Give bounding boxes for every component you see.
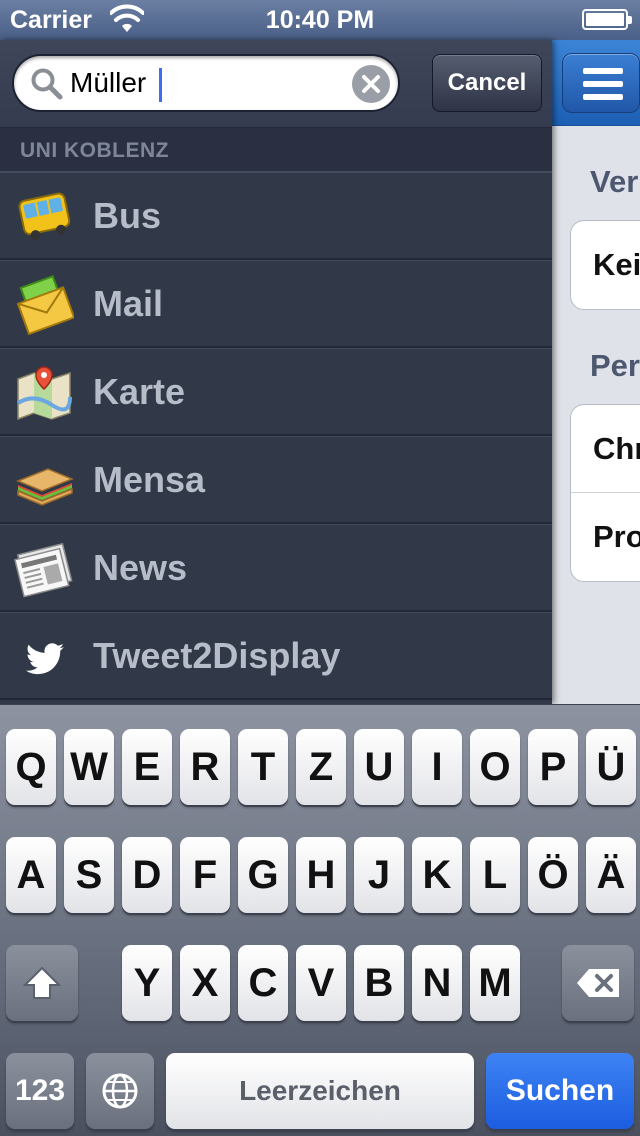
shift-arrow-icon [22, 966, 62, 999]
map-icon [16, 366, 72, 421]
battery-level [586, 13, 624, 26]
sidebar-item-label: Mail [93, 283, 164, 324]
search-bar: Cancel [0, 40, 552, 128]
table-group-2: Chr Pro [570, 404, 640, 582]
sidebar-item-label: Tweet2Display [93, 635, 341, 676]
section-header-2: Per [590, 348, 640, 383]
key-q[interactable]: Q [6, 729, 56, 805]
main-content-panel: Ver Kei Per Chr Pro [552, 40, 640, 704]
sidebar-item-news[interactable]: News [0, 524, 552, 612]
key-o-umlaut[interactable]: Ö [528, 837, 578, 913]
bus-icon [18, 192, 71, 241]
section-header-1: Ver [590, 164, 639, 199]
key-l[interactable]: L [470, 837, 520, 913]
numbers-key[interactable]: 123 [6, 1053, 74, 1129]
key-o[interactable]: O [470, 729, 520, 805]
key-p[interactable]: P [528, 729, 578, 805]
key-t[interactable]: T [238, 729, 288, 805]
section-title: UNI KOBLENZ [0, 128, 552, 172]
key-u[interactable]: U [354, 729, 404, 805]
sidebar-item-label: News [93, 547, 188, 588]
battery-icon [582, 9, 632, 30]
clear-search-button[interactable] [352, 65, 390, 103]
main-navbar [552, 40, 640, 126]
sidebar-item-mensa[interactable]: Mensa [0, 436, 552, 524]
clock: 10:40 PM [265, 6, 375, 34]
sidebar-item-mail[interactable]: Mail [0, 260, 552, 348]
backspace-key[interactable] [562, 945, 634, 1021]
text-cursor [159, 68, 162, 102]
space-key[interactable]: Leerzeichen [166, 1053, 474, 1129]
sidebar-item-karte[interactable]: Karte [0, 348, 552, 436]
sidebar-item-tweet2display[interactable]: Tweet2Display [0, 612, 552, 700]
globe-key[interactable] [86, 1053, 154, 1129]
key-y[interactable]: Y [122, 945, 172, 1021]
key-h[interactable]: H [296, 837, 346, 913]
table-cell[interactable]: Pro [571, 493, 640, 581]
table-cell[interactable]: Kei [571, 221, 640, 309]
key-s[interactable]: S [64, 837, 114, 913]
sandwich-icon [16, 468, 74, 506]
twitter-bird-icon [25, 643, 65, 675]
key-b[interactable]: B [354, 945, 404, 1021]
key-i[interactable]: I [412, 729, 462, 805]
sidebar-menu: Bus Mail Karte Mensa News Tweet2Display [0, 172, 552, 700]
table-group-1: Kei [570, 220, 640, 310]
sidebar: Cancel UNI KOBLENZ Bus [0, 40, 552, 704]
search-return-key[interactable]: Suchen [486, 1053, 634, 1129]
cancel-button[interactable]: Cancel [432, 54, 542, 112]
key-n[interactable]: N [412, 945, 462, 1021]
globe-icon [102, 1073, 138, 1109]
keyboard: Q W E R T Z U I O P Ü A S D F G H J K L … [0, 704, 640, 1136]
key-z[interactable]: Z [296, 729, 346, 805]
key-x[interactable]: X [180, 945, 230, 1021]
sidebar-item-label: Bus [93, 195, 162, 236]
key-a[interactable]: A [6, 837, 56, 913]
key-m[interactable]: M [470, 945, 520, 1021]
sidebar-item-label: Karte [93, 371, 186, 412]
close-icon [362, 75, 380, 93]
key-e[interactable]: E [122, 729, 172, 805]
key-v[interactable]: V [296, 945, 346, 1021]
search-icon [31, 68, 63, 100]
key-c[interactable]: C [238, 945, 288, 1021]
table-cell[interactable]: Chr [571, 405, 640, 493]
key-a-umlaut[interactable]: Ä [586, 837, 636, 913]
key-d[interactable]: D [122, 837, 172, 913]
key-f[interactable]: F [180, 837, 230, 913]
key-u-umlaut[interactable]: Ü [586, 729, 636, 805]
key-g[interactable]: G [238, 837, 288, 913]
shift-key[interactable] [6, 945, 78, 1021]
key-k[interactable]: K [412, 837, 462, 913]
key-w[interactable]: W [64, 729, 114, 805]
key-j[interactable]: J [354, 837, 404, 913]
key-r[interactable]: R [180, 729, 230, 805]
newspaper-icon [14, 542, 73, 598]
status-bar: Carrier 10:40 PM [0, 0, 640, 40]
search-field[interactable] [12, 54, 400, 112]
search-input[interactable] [70, 64, 340, 102]
sidebar-item-label: Mensa [93, 459, 206, 500]
menu-button[interactable] [562, 53, 640, 113]
backspace-icon [577, 969, 619, 997]
mail-icon [16, 275, 74, 335]
sidebar-item-bus[interactable]: Bus [0, 172, 552, 260]
